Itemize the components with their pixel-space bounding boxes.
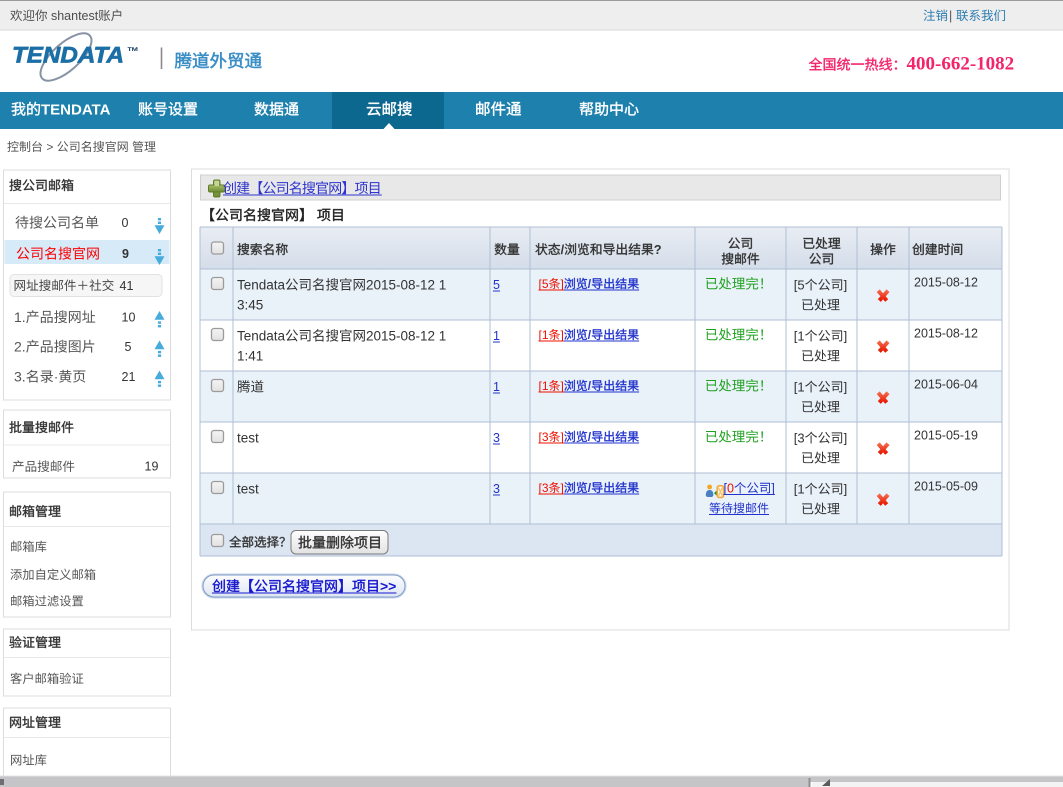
svg-text:|: |: [949, 9, 952, 23]
svg-text:2015-05-19: 2015-05-19: [914, 429, 978, 443]
svg-text:1: 1: [493, 329, 500, 343]
svg-text:400-662-1082: 400-662-1082: [907, 54, 1015, 75]
svg-text:19: 19: [145, 460, 159, 474]
svg-text:[5: [5: [539, 277, 549, 291]
svg-text:]: ]: [561, 430, 564, 444]
svg-text:]: ]: [561, 379, 564, 393]
svg-text:[1: [1: [539, 379, 549, 393]
svg-text:1:41: 1:41: [237, 349, 263, 364]
svg-text:>>: >>: [380, 578, 396, 594]
svg-text:]: ]: [844, 431, 848, 446]
svg-text:2.: 2.: [14, 339, 26, 355]
svg-text:41: 41: [120, 279, 134, 293]
svg-text:]: ]: [561, 277, 564, 291]
svg-text:2015-06-04: 2015-06-04: [914, 378, 978, 392]
svg-text:5: 5: [493, 278, 500, 292]
svg-text:]: ]: [844, 380, 848, 395]
svg-text:test: test: [237, 482, 259, 497]
svg-text:[1: [1: [539, 328, 549, 342]
svg-text:[1: [1: [794, 329, 805, 344]
svg-text:[5: [5: [794, 278, 805, 293]
svg-text:0: 0: [727, 482, 734, 496]
svg-text:10: 10: [122, 311, 136, 325]
svg-text:/: /: [561, 242, 565, 257]
svg-text:[3: [3: [539, 481, 549, 495]
svg-text:3.: 3.: [14, 369, 26, 385]
svg-text:2015-08-12: 2015-08-12: [914, 276, 978, 290]
svg-text:1: 1: [493, 380, 500, 394]
svg-text:]: ]: [561, 328, 564, 342]
svg-text:]: ]: [771, 482, 774, 496]
svg-text:[3: [3: [794, 431, 805, 446]
svg-text:>: >: [43, 140, 57, 154]
svg-text:2015-08-12 1: 2015-08-12 1: [366, 329, 446, 344]
svg-text:TENDATA: TENDATA: [41, 102, 111, 119]
svg-text:1.: 1.: [14, 309, 26, 325]
svg-text:]: ]: [844, 329, 848, 344]
svg-text:™: ™: [127, 45, 139, 59]
svg-text:21: 21: [122, 370, 136, 384]
svg-text:]: ]: [561, 481, 564, 495]
svg-text:·: ·: [54, 369, 59, 385]
svg-text:]: ]: [844, 482, 848, 497]
svg-text:Tendata: Tendata: [237, 278, 286, 293]
svg-text:2015-08-12 1: 2015-08-12 1: [366, 278, 446, 293]
svg-text:test: test: [237, 431, 259, 446]
svg-text:9: 9: [122, 247, 129, 261]
svg-text:2015-08-12: 2015-08-12: [914, 327, 978, 341]
svg-text:[1: [1: [794, 380, 805, 395]
svg-text:0: 0: [122, 216, 129, 230]
svg-text:[1: [1: [794, 482, 805, 497]
svg-text:3:45: 3:45: [237, 298, 263, 313]
svg-text:shantest: shantest: [48, 9, 99, 23]
svg-text:Tendata: Tendata: [237, 329, 286, 344]
svg-text:?: ?: [654, 242, 662, 257]
svg-text:[3: [3: [539, 430, 549, 444]
svg-text:5: 5: [125, 340, 132, 354]
svg-text:TENDATA: TENDATA: [12, 43, 124, 68]
svg-text:]: ]: [844, 278, 848, 293]
svg-text:2015-05-09: 2015-05-09: [914, 480, 978, 494]
svg-text:3: 3: [493, 431, 500, 445]
svg-text:3: 3: [493, 482, 500, 496]
